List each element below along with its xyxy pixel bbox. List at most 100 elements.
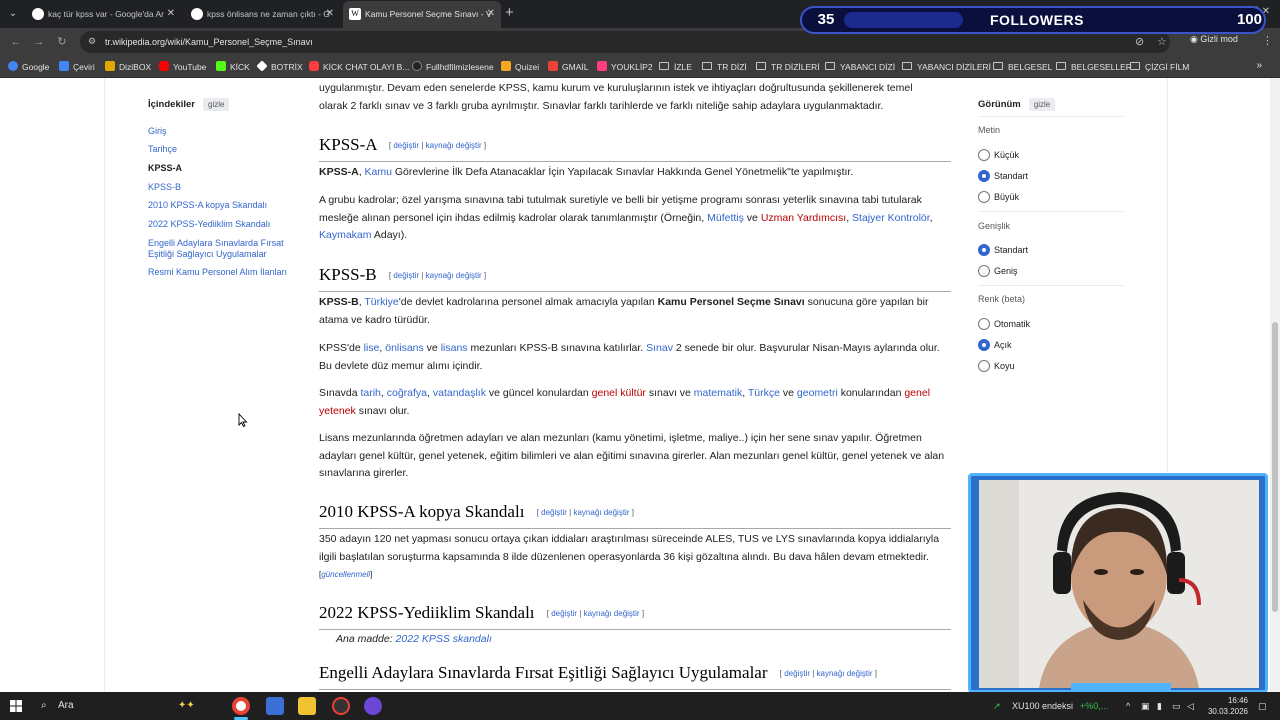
notification-icon[interactable]: ▢ [1258,692,1267,720]
link-onlisans[interactable]: önlisans [385,342,424,354]
link-tarih[interactable]: tarih [360,387,380,399]
incognito-indicator[interactable]: ◉ Gizli mod [1190,34,1238,45]
bookmark-gmail[interactable]: GMAİL [548,60,588,74]
page-scrollbar[interactable] [1270,78,1280,692]
toc-item-engelli[interactable]: Engelli Adaylara Sınavlarda Fırsat Eşitl… [148,238,296,260]
edit-source-link[interactable]: kaynağı değiştir [817,669,873,678]
bookmark-folder-yabanci-dizileri[interactable]: YABANCI DİZİLERİ [902,60,991,74]
close-tab-icon[interactable]: ✕ [487,1,495,27]
edit-source-link[interactable]: kaynağı değiştir [426,141,482,150]
update-needed-link[interactable]: güncellenmeli [321,570,370,579]
bookmark-quizei[interactable]: Quizei [501,60,539,74]
bookmark-fullhdfilm[interactable]: Fullhdfilmizlesene [412,60,494,74]
redlink-uzman-yardimcisi[interactable]: Uzman Yardımcısı [761,212,846,224]
tab-wikipedia-active[interactable]: W Kamu Personel Seçme Sınavı - V ✕ [343,1,501,28]
chrome-taskbar-icon[interactable] [232,697,250,715]
address-bar[interactable]: ⚙ tr.wikipedia.org/wiki/Kamu_Personel_Se… [80,31,1170,53]
bookmark-folder-yabanci-dizi[interactable]: YABANCI DİZİ [825,60,895,74]
eye-off-icon[interactable]: ⊘ [1135,35,1144,48]
back-icon[interactable]: ← [8,34,24,50]
bookmark-google[interactable]: Google [8,60,49,74]
new-tab-button[interactable]: + [505,5,514,21]
toc-item-kpss-a[interactable]: KPSS-A [148,163,296,174]
bookmark-kick-chat[interactable]: KİCK CHAT OLAYI B... [309,60,409,74]
radio-color-light[interactable]: Açık [978,338,1012,352]
tray-app-icon[interactable]: ▣ [1141,692,1150,720]
link-cografya[interactable]: coğrafya [387,387,427,399]
edit-source-link[interactable]: kaynağı değiştir [573,508,629,517]
link-kamu[interactable]: Kamu [365,166,392,178]
link-kaymakam[interactable]: Kaymakam [319,229,372,241]
toc-item-giris[interactable]: Giriş [148,126,296,137]
more-bookmarks-icon[interactable]: » [1256,60,1262,71]
menu-kebab-icon[interactable]: ⋮ [1262,34,1273,47]
tab-google-search-2[interactable]: kpss önlisans ne zaman çıktı - G ✕ [185,3,340,25]
taskbar-search[interactable]: ⌕ Ara ✦✦ [38,696,220,716]
toc-item-kpss-b[interactable]: KPSS-B [148,182,296,193]
explorer-taskbar-icon[interactable] [266,697,284,715]
link-matematik[interactable]: matematik [694,387,742,399]
edit-link[interactable]: değiştir [551,609,577,618]
edit-link[interactable]: değiştir [784,669,810,678]
microphone-icon[interactable]: ▮ [1157,692,1162,720]
radio-color-auto[interactable]: Otomatik [978,317,1030,331]
radio-text-standard[interactable]: Standart [978,169,1028,183]
toc-item-ilanlar[interactable]: Resmi Kamu Personel Alım İlanları [148,267,296,278]
toc-item-2010-scandal[interactable]: 2010 KPSS-A kopya Skandalı [148,200,296,211]
edit-link[interactable]: değiştir [541,508,567,517]
link-lisans[interactable]: lisans [441,342,468,354]
bookmark-folder-tr-dizi[interactable]: TR DİZİ [702,60,747,74]
tab-search-icon[interactable]: ⌄ [4,5,22,23]
toc-item-tarihce[interactable]: Tarihçe [148,144,296,155]
files-taskbar-icon[interactable] [298,697,316,715]
system-clock[interactable]: 16:46 30.03.2026 [1204,695,1248,717]
bookmark-folder-belgesel[interactable]: BELGESEL [993,60,1052,74]
bookmark-youklip2[interactable]: YOUKLİP2 [597,60,653,74]
tab-google-search-1[interactable]: kaç tür kpss var - Google'da Ar ✕ [26,3,181,25]
reload-icon[interactable]: ↻ [54,34,70,50]
volume-icon[interactable]: ◁ [1187,692,1194,720]
edit-link[interactable]: değiştir [393,141,419,150]
close-tab-icon[interactable]: ✕ [326,3,334,25]
network-icon[interactable]: ▭ [1172,692,1181,720]
radio-color-dark[interactable]: Koyu [978,359,1015,373]
bookmark-ceviri[interactable]: Çeviri [59,60,95,74]
bookmark-star-icon[interactable]: ☆ [1157,35,1167,48]
site-info-icon[interactable]: ⚙ [88,36,100,48]
obs-taskbar-icon[interactable] [332,697,350,715]
forward-icon[interactable]: → [31,34,47,50]
toc-item-2022-scandal[interactable]: 2022 KPSS-Yediiklim Skandalı [148,219,296,230]
bookmark-botrix[interactable]: BOTRİX [256,60,303,74]
appearance-hide-button[interactable]: gizle [1028,98,1056,111]
radio-width-wide[interactable]: Geniş [978,264,1018,278]
link-turkce[interactable]: Türkçe [748,387,780,399]
link-vatandaslik[interactable]: vatandaşlık [433,387,486,399]
bookmark-folder-belgeseller[interactable]: BELGESELLER [1056,60,1132,74]
radio-text-small[interactable]: Küçük [978,148,1019,162]
toc-hide-button[interactable]: gizle [203,98,230,111]
link-mufettis[interactable]: Müfettiş [707,212,744,224]
app-taskbar-icon[interactable] [364,697,382,715]
stock-ticker-label[interactable]: XU100 endeksi [1012,692,1073,720]
scrollbar-thumb[interactable] [1272,322,1278,612]
link-geometri[interactable]: geometri [797,387,838,399]
windows-start-icon[interactable] [10,700,22,712]
url-text[interactable]: tr.wikipedia.org/wiki/Kamu_Personel_Seçm… [105,31,313,53]
bookmark-kick[interactable]: KİCK [216,60,250,74]
radio-width-standard[interactable]: Standart [978,243,1028,257]
link-stajyer-kontrolor[interactable]: Stajyer Kontrolör [852,212,930,224]
close-tab-icon[interactable]: ✕ [167,3,175,25]
link-turkiye[interactable]: Türkiye [364,296,398,308]
bookmark-dizibox[interactable]: DiziBOX [105,60,151,74]
link-2022-kpss-skandali[interactable]: 2022 KPSS skandalı [396,633,492,645]
bookmark-folder-izle[interactable]: İZLE [659,60,692,74]
bookmark-folder-cizgi-film[interactable]: ÇİZGİ FİLM [1130,60,1189,74]
radio-text-large[interactable]: Büyük [978,190,1019,204]
tray-overflow-icon[interactable]: ^ [1126,692,1130,720]
edit-source-link[interactable]: kaynağı değiştir [426,271,482,280]
edit-link[interactable]: değiştir [393,271,419,280]
link-sinav[interactable]: Sınav [646,342,673,354]
bookmark-folder-tr-dizileri[interactable]: TR DİZİLERİ [756,60,820,74]
link-lise[interactable]: lise [364,342,380,354]
bookmark-youtube[interactable]: YouTube [159,60,206,74]
